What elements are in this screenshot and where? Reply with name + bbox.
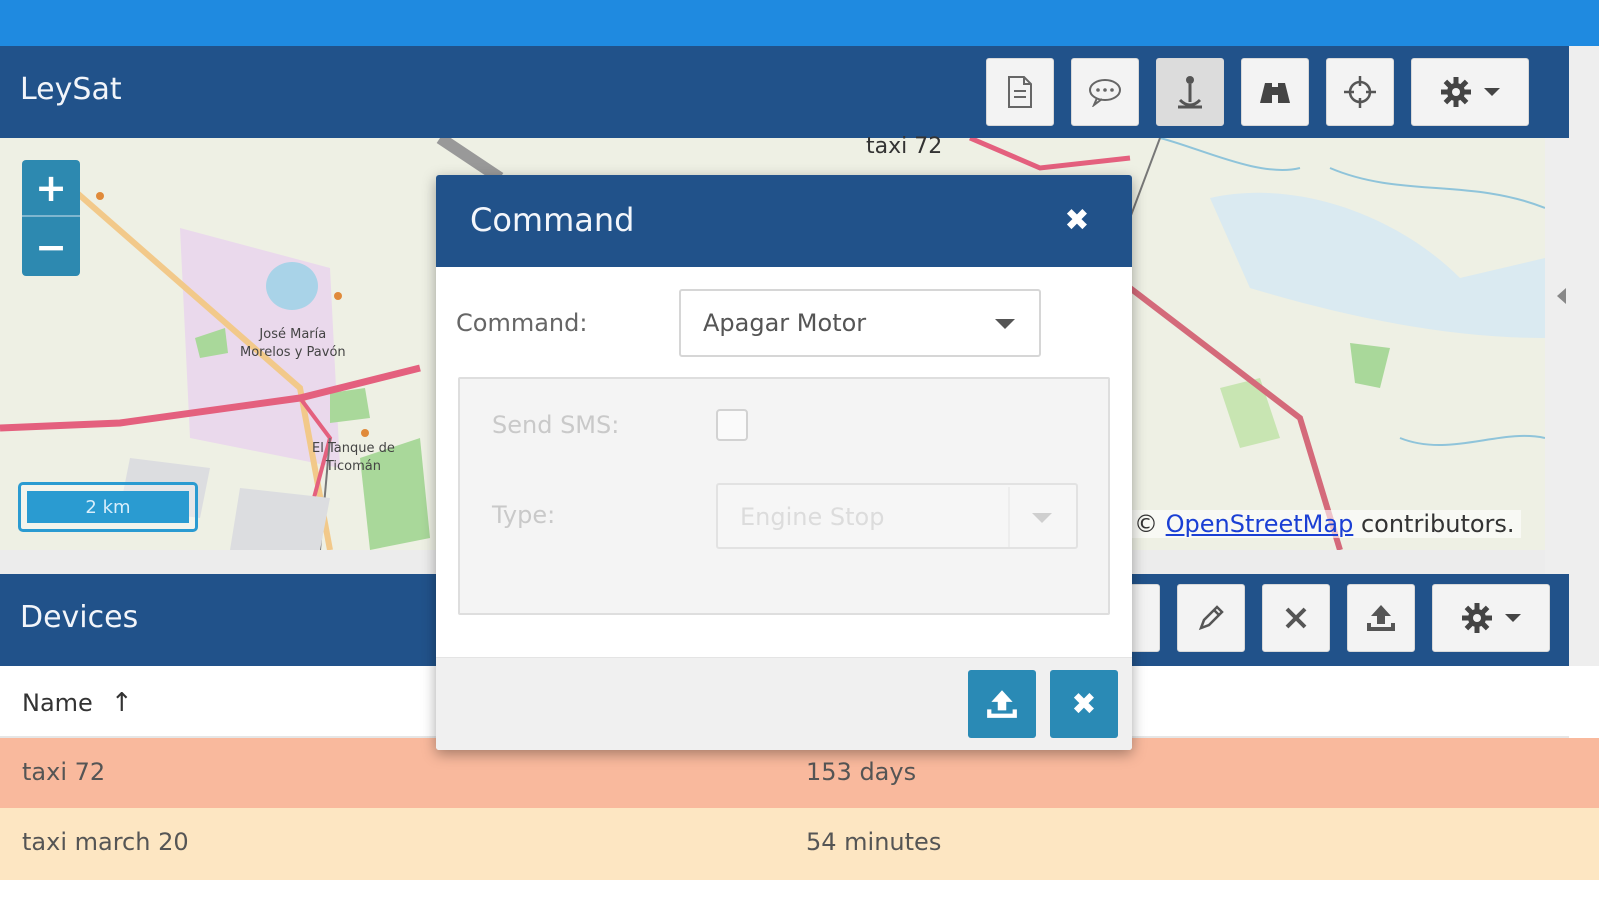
row-edge (1569, 738, 1599, 808)
name-column-header[interactable]: Name ↑ (22, 688, 133, 718)
command-button[interactable] (1071, 58, 1139, 126)
chevron-down-icon (1484, 88, 1500, 96)
header-edge (1569, 46, 1599, 138)
chevron-down-icon (1032, 513, 1052, 523)
map-place-label: José María Morelos y Pavón (240, 327, 346, 360)
header-edge (1569, 574, 1599, 666)
dialog-title: Command (470, 201, 635, 239)
command-label: Command: (456, 309, 588, 337)
binoculars-icon (1260, 83, 1290, 103)
remove-device-button[interactable] (1262, 584, 1330, 652)
send-sms-checkbox[interactable] (716, 409, 748, 441)
settings-button[interactable] (1411, 58, 1529, 126)
map-panel-header: LeySat (0, 46, 1569, 138)
device-name: taxi march 20 (22, 828, 189, 856)
gear-icon (1462, 603, 1492, 633)
dialog-footer: ✖ (436, 657, 1132, 750)
gear-icon (1441, 77, 1471, 107)
file-icon (1008, 76, 1032, 108)
devices-settings-button[interactable] (1432, 584, 1550, 652)
devices-title: Devices (20, 600, 139, 635)
report-button[interactable] (986, 58, 1054, 126)
browser-top-bar (0, 0, 1599, 46)
type-label: Type: (492, 501, 556, 529)
cancel-button[interactable]: ✖ (1050, 670, 1118, 738)
upload-icon (987, 690, 1017, 718)
osm-link[interactable]: OpenStreetMap (1166, 510, 1354, 538)
command-dialog: Command ✖ Command: Apagar Motor Send SMS… (436, 175, 1132, 750)
sort-ascending-icon: ↑ (110, 688, 133, 718)
scale-bar: 2 km (18, 482, 198, 532)
map-attribution: © OpenStreetMap contributors. (1128, 510, 1521, 538)
binoculars-button[interactable] (1241, 58, 1309, 126)
zoom-out-button[interactable]: − (22, 218, 80, 275)
table-row[interactable]: taxi march 20 54 minutes (0, 808, 1569, 880)
command-select-value: Apagar Motor (703, 309, 867, 337)
dialog-header: Command ✖ (436, 175, 1132, 267)
zoom-control: + − (22, 160, 80, 276)
scale-label: 2 km (27, 491, 189, 523)
type-select-value: Engine Stop (740, 503, 885, 531)
type-select[interactable]: Engine Stop (716, 483, 1078, 549)
row-edge (1569, 808, 1599, 880)
chevron-left-icon (1557, 288, 1566, 304)
device-map-label: taxi 72 (866, 134, 943, 159)
geofence-button[interactable] (1156, 58, 1224, 126)
pencil-icon (1198, 605, 1224, 631)
table-edge (1569, 666, 1599, 738)
device-last-update: 153 days (806, 758, 917, 786)
upload-icon (1367, 605, 1395, 631)
app-title: LeySat (20, 72, 122, 107)
edit-device-button[interactable] (1177, 584, 1245, 652)
device-name: taxi 72 (22, 758, 106, 786)
send-sms-label: Send SMS: (492, 411, 620, 439)
follow-button[interactable] (1326, 58, 1394, 126)
select-divider (1008, 487, 1010, 547)
command-select[interactable]: Apagar Motor (679, 289, 1041, 357)
chevron-down-icon (995, 319, 1015, 329)
command-options-fieldset: Send SMS: Type: Engine Stop (458, 377, 1110, 615)
close-icon (1285, 607, 1307, 629)
attribution-suffix: contributors. (1360, 510, 1515, 538)
device-last-update: 54 minutes (806, 828, 942, 856)
map-place-label: El Tanque de Ticomán (312, 441, 395, 474)
anchor-pin-icon (1178, 76, 1202, 109)
chat-bubble-icon (1089, 79, 1121, 107)
send-command-button[interactable] (1347, 584, 1415, 652)
copyright-symbol: © (1134, 510, 1158, 538)
name-column-label: Name (22, 689, 93, 717)
send-button[interactable] (968, 670, 1036, 738)
crosshair-icon (1344, 76, 1376, 108)
dialog-close-icon[interactable]: ✖ (1058, 201, 1096, 239)
side-collapse-handle[interactable] (1545, 138, 1599, 574)
chevron-down-icon (1505, 614, 1521, 622)
zoom-in-button[interactable]: + (22, 160, 80, 217)
